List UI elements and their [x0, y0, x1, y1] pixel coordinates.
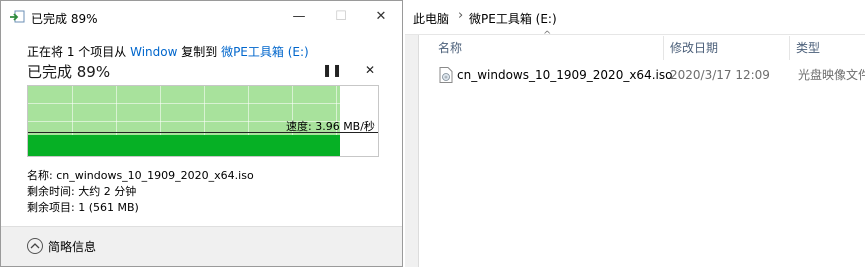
transfer-speed-graph: 速度: 3.96 MB/秒 — [27, 85, 379, 157]
column-header-type[interactable]: 类型 — [796, 36, 820, 60]
breadcrumb-this-pc[interactable]: 此电脑 — [413, 10, 449, 27]
file-name-line: 名称: cn_windows_10_1909_2020_x64.iso — [27, 169, 254, 182]
column-divider[interactable] — [663, 36, 664, 60]
maximize-icon[interactable]: ☐ — [325, 5, 357, 29]
column-header-date[interactable]: 修改日期 — [670, 36, 718, 60]
navigation-pane-scrollbar[interactable] — [405, 35, 419, 267]
file-row[interactable]: cn_windows_10_1909_2020_x64.iso 2020/3/1… — [435, 64, 865, 86]
pause-icon[interactable]: ❚❚ — [322, 63, 342, 77]
column-header-name[interactable]: 名称 — [438, 36, 462, 60]
screen: 此电脑 › 微PE工具箱 (E:) ^ 名称 修改日期 类型 cn_window… — [0, 0, 865, 267]
destination-link[interactable]: 微PE工具箱 (E:) — [221, 45, 309, 59]
minimize-icon[interactable]: — — [283, 5, 315, 29]
sort-up-icon: ^ — [543, 30, 552, 41]
time-remaining-line: 剩余时间: 大约 2 分钟 — [27, 185, 137, 198]
transfer-rate-fill — [28, 135, 340, 156]
copy-icon — [10, 10, 25, 23]
breadcrumb-separator-icon[interactable]: › — [458, 8, 463, 23]
breadcrumb-drive[interactable]: 微PE工具箱 (E:) — [469, 10, 557, 27]
speed-label: 速度: 3.96 MB/秒 — [286, 120, 375, 133]
chevron-up-icon[interactable] — [27, 238, 43, 254]
address-bar[interactable]: 此电脑 › 微PE工具箱 (E:) — [405, 0, 865, 35]
copy-status-line: 正在将 1 个项目从 Window 复制到 微PE工具箱 (E:) — [27, 43, 309, 60]
progress-percent-label: 已完成 89% — [27, 63, 111, 81]
fewer-details-button[interactable]: 简略信息 — [48, 238, 96, 255]
window-title: 已完成 89% — [31, 12, 98, 26]
status-middle: 复制到 — [177, 45, 222, 59]
source-link[interactable]: Window — [130, 45, 177, 59]
close-icon[interactable]: ✕ — [365, 5, 397, 29]
items-remaining-line: 剩余项目: 1 (561 MB) — [27, 201, 139, 214]
cancel-icon[interactable]: ✕ — [363, 63, 377, 77]
disc-image-file-icon — [439, 67, 453, 83]
file-date: 2020/3/17 12:09 — [670, 68, 770, 82]
copy-progress-dialog: 已完成 89% — ☐ ✕ 正在将 1 个项目从 Window 复制到 微PE工… — [0, 0, 403, 267]
file-name: cn_windows_10_1909_2020_x64.iso — [457, 68, 673, 82]
file-explorer: 此电脑 › 微PE工具箱 (E:) ^ 名称 修改日期 类型 cn_window… — [405, 0, 865, 267]
status-prefix: 正在将 1 个项目从 — [27, 45, 131, 59]
grid-line — [28, 103, 340, 104]
title-bar[interactable]: 已完成 89% — ☐ ✕ — [1, 1, 402, 33]
column-divider[interactable] — [789, 36, 790, 60]
file-type: 光盘映像文件 — [798, 68, 865, 82]
